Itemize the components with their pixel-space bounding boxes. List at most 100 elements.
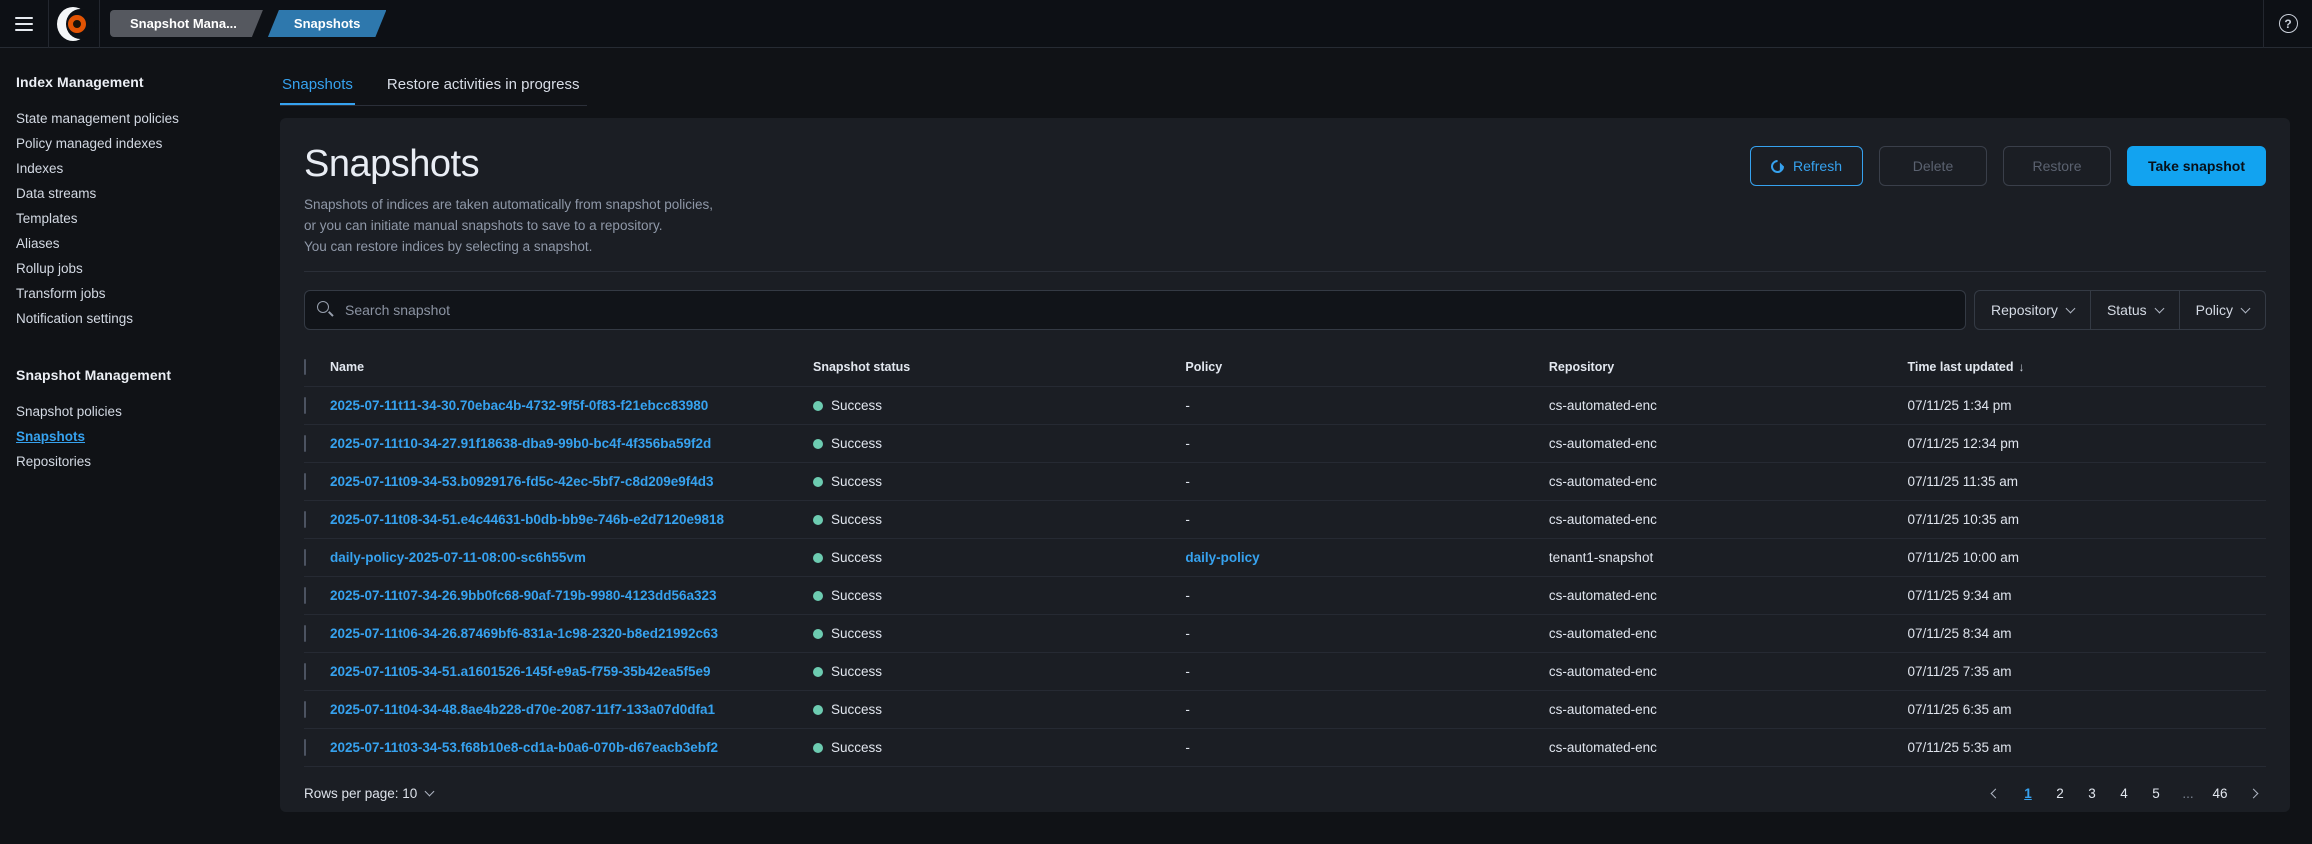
next-page-button[interactable] bbox=[2240, 780, 2266, 806]
sidebar-item[interactable]: Data streams bbox=[16, 181, 248, 206]
chevron-down-icon bbox=[2241, 304, 2251, 314]
snapshot-name-link[interactable]: 2025-07-11t09-34-53.b0929176-fd5c-42ec-5… bbox=[330, 474, 813, 489]
repository-cell: tenant1-snapshot bbox=[1549, 550, 1908, 565]
snapshots-table: Name Snapshot status Policy Repository T… bbox=[304, 348, 2266, 767]
take-snapshot-button[interactable]: Take snapshot bbox=[2127, 146, 2266, 186]
row-checkbox[interactable] bbox=[304, 625, 306, 642]
table-row: 2025-07-11t04-34-48.8ae4b228-d70e-2087-1… bbox=[304, 690, 2266, 728]
sidebar-item[interactable]: Transform jobs bbox=[16, 281, 248, 306]
row-checkbox[interactable] bbox=[304, 397, 306, 414]
time-cell: 07/11/25 9:34 am bbox=[1907, 588, 2266, 603]
snapshot-name-link[interactable]: daily-policy-2025-07-11-08:00-sc6h55vm bbox=[330, 550, 813, 565]
row-checkbox[interactable] bbox=[304, 473, 306, 490]
column-header-policy: Policy bbox=[1185, 360, 1548, 374]
table-header-row: Name Snapshot status Policy Repository T… bbox=[304, 348, 2266, 386]
top-bar: Snapshot Mana... Snapshots ? bbox=[0, 0, 2312, 48]
sidebar-section-title: Index Management bbox=[16, 74, 248, 90]
sidebar-item[interactable]: Aliases bbox=[16, 231, 248, 256]
filter-policy[interactable]: Policy bbox=[2179, 291, 2265, 329]
row-checkbox[interactable] bbox=[304, 701, 306, 718]
policy-cell[interactable]: - bbox=[1185, 436, 1548, 451]
status-label: Success bbox=[831, 588, 882, 603]
menu-button[interactable] bbox=[0, 0, 48, 48]
tab-restore-activities[interactable]: Restore activities in progress bbox=[385, 72, 582, 105]
filter-status[interactable]: Status bbox=[2090, 291, 2179, 329]
snapshot-name-link[interactable]: 2025-07-11t07-34-26.9bb0fc68-90af-719b-9… bbox=[330, 588, 813, 603]
snapshot-name-link[interactable]: 2025-07-11t06-34-26.87469bf6-831a-1c98-2… bbox=[330, 626, 813, 641]
status-label: Success bbox=[831, 702, 882, 717]
row-checkbox[interactable] bbox=[304, 511, 306, 528]
status-cell: Success bbox=[813, 398, 1185, 413]
page-number-button[interactable]: 3 bbox=[2080, 780, 2104, 806]
policy-cell[interactable]: - bbox=[1185, 740, 1548, 755]
policy-cell[interactable]: - bbox=[1185, 588, 1548, 603]
select-all-checkbox[interactable] bbox=[304, 359, 306, 375]
table-row: 2025-07-11t05-34-51.a1601526-145f-e9a5-f… bbox=[304, 652, 2266, 690]
description-line: You can restore indices by selecting a s… bbox=[304, 236, 713, 257]
time-cell: 07/11/25 11:35 am bbox=[1907, 474, 2266, 489]
row-checkbox[interactable] bbox=[304, 587, 306, 604]
sidebar-item[interactable]: Rollup jobs bbox=[16, 256, 248, 281]
snapshot-name-link[interactable]: 2025-07-11t08-34-51.e4c44631-b0db-bb9e-7… bbox=[330, 512, 813, 527]
hamburger-icon bbox=[15, 17, 33, 31]
policy-cell[interactable]: - bbox=[1185, 626, 1548, 641]
sidebar-item[interactable]: Snapshot policies bbox=[16, 399, 248, 424]
policy-cell[interactable]: - bbox=[1185, 512, 1548, 527]
repository-cell: cs-automated-enc bbox=[1549, 398, 1908, 413]
page-number-button[interactable]: 4 bbox=[2112, 780, 2136, 806]
rows-per-page-button[interactable]: Rows per page: 10 bbox=[304, 786, 433, 801]
delete-button[interactable]: Delete bbox=[1879, 146, 1987, 186]
success-dot-icon bbox=[813, 705, 823, 715]
row-checkbox[interactable] bbox=[304, 549, 306, 566]
previous-page-button[interactable] bbox=[1982, 780, 2008, 806]
policy-cell[interactable]: daily-policy bbox=[1185, 550, 1548, 565]
status-cell: Success bbox=[813, 436, 1185, 451]
page-number-button[interactable]: 2 bbox=[2048, 780, 2072, 806]
tab-snapshots[interactable]: Snapshots bbox=[280, 72, 355, 105]
sidebar-item[interactable]: Snapshots bbox=[16, 424, 248, 449]
policy-cell[interactable]: - bbox=[1185, 474, 1548, 489]
restore-button[interactable]: Restore bbox=[2003, 146, 2111, 186]
snapshot-name-link[interactable]: 2025-07-11t05-34-51.a1601526-145f-e9a5-f… bbox=[330, 664, 813, 679]
status-cell: Success bbox=[813, 550, 1185, 565]
table-row: daily-policy-2025-07-11-08:00-sc6h55vm S… bbox=[304, 538, 2266, 576]
sidebar-item[interactable]: Notification settings bbox=[16, 306, 248, 331]
sidebar-item[interactable]: State management policies bbox=[16, 106, 248, 131]
sort-desc-icon: ↓ bbox=[2018, 360, 2024, 374]
success-dot-icon bbox=[813, 629, 823, 639]
policy-cell[interactable]: - bbox=[1185, 702, 1548, 717]
policy-cell[interactable]: - bbox=[1185, 398, 1548, 413]
page-number-button[interactable]: 5 bbox=[2144, 780, 2168, 806]
sidebar-item[interactable]: Repositories bbox=[16, 449, 248, 474]
main-content: Snapshots Restore activities in progress… bbox=[256, 48, 2312, 844]
snapshot-name-link[interactable]: 2025-07-11t10-34-27.91f18638-dba9-99b0-b… bbox=[330, 436, 813, 451]
breadcrumb-snapshots[interactable]: Snapshots bbox=[268, 10, 386, 37]
snapshot-name-link[interactable]: 2025-07-11t11-34-30.70ebac4b-4732-9f5f-0… bbox=[330, 398, 813, 413]
snapshot-name-link[interactable]: 2025-07-11t04-34-48.8ae4b228-d70e-2087-1… bbox=[330, 702, 813, 717]
filter-repository[interactable]: Repository bbox=[1975, 291, 2090, 329]
page-number-button[interactable]: 46 bbox=[2208, 780, 2232, 806]
search-input[interactable] bbox=[304, 290, 1966, 330]
sidebar: Index Management State management polici… bbox=[0, 48, 256, 844]
breadcrumb-snapshot-management[interactable]: Snapshot Mana... bbox=[110, 10, 263, 37]
sidebar-item[interactable]: Indexes bbox=[16, 156, 248, 181]
snapshots-panel: Snapshots Snapshots of indices are taken… bbox=[280, 118, 2290, 812]
table-row: 2025-07-11t08-34-51.e4c44631-b0db-bb9e-7… bbox=[304, 500, 2266, 538]
column-header-time[interactable]: Time last updated↓ bbox=[1907, 360, 2266, 374]
refresh-button[interactable]: Refresh bbox=[1750, 146, 1863, 186]
pagination-bar: Rows per page: 10 1 2 3 4 5 bbox=[304, 767, 2266, 819]
sidebar-item[interactable]: Policy managed indexes bbox=[16, 131, 248, 156]
app-logo[interactable] bbox=[49, 0, 99, 48]
row-checkbox[interactable] bbox=[304, 739, 306, 756]
policy-cell[interactable]: - bbox=[1185, 664, 1548, 679]
page-number-button[interactable]: 1 bbox=[2016, 780, 2040, 806]
page-number-button[interactable]: ... bbox=[2176, 780, 2200, 806]
time-cell: 07/11/25 12:34 pm bbox=[1907, 436, 2266, 451]
sidebar-item[interactable]: Templates bbox=[16, 206, 248, 231]
time-cell: 07/11/25 5:35 am bbox=[1907, 740, 2266, 755]
snapshot-name-link[interactable]: 2025-07-11t03-34-53.f68b10e8-cd1a-b0a6-0… bbox=[330, 740, 813, 755]
row-checkbox[interactable] bbox=[304, 435, 306, 452]
row-checkbox[interactable] bbox=[304, 663, 306, 680]
help-button[interactable]: ? bbox=[2264, 0, 2312, 48]
panel-header: Snapshots Snapshots of indices are taken… bbox=[304, 142, 2266, 272]
